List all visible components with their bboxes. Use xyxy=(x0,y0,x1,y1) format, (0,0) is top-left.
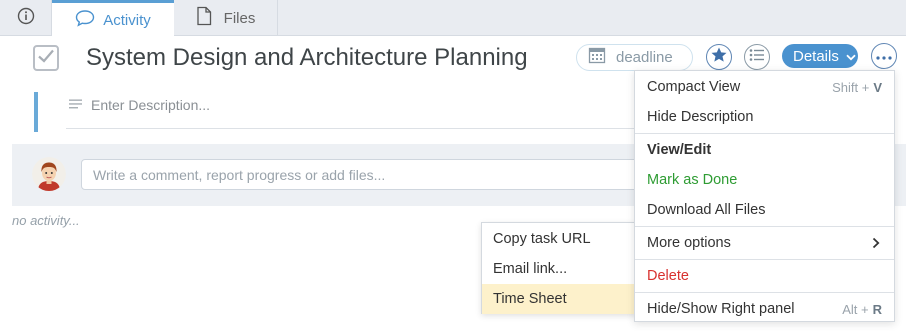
menu-divider xyxy=(635,292,894,293)
menu-item-mark-as-done[interactable]: Mark as Done xyxy=(635,165,894,195)
task-complete-checkbox[interactable] xyxy=(33,45,59,71)
chevron-down-icon xyxy=(846,48,856,65)
details-button[interactable]: Details xyxy=(782,44,858,68)
avatar xyxy=(32,157,66,191)
menu-item-more-options-label: More options xyxy=(647,235,731,251)
description-field[interactable]: Enter Description... xyxy=(66,89,636,129)
menu-divider xyxy=(635,226,894,227)
no-activity-text: no activity... xyxy=(12,213,80,228)
file-icon xyxy=(196,6,212,31)
task-title[interactable]: System Design and Architecture Planning xyxy=(86,44,528,72)
shortcut-compact-view-mod: Shift + xyxy=(832,79,870,95)
info-icon xyxy=(17,7,35,30)
menu-divider xyxy=(635,133,894,134)
star-icon xyxy=(710,46,728,69)
menu-divider xyxy=(635,259,894,260)
tab-activity-label: Activity xyxy=(103,11,151,29)
description-placeholder: Enter Description... xyxy=(91,96,211,113)
menu-item-right-panel-label: Hide/Show Right panel xyxy=(647,301,795,317)
shortcut-compact-view-key: V xyxy=(873,79,882,95)
shortcut-right-panel: Alt + R xyxy=(842,294,882,324)
menu-item-download-all-files[interactable]: Download All Files xyxy=(635,195,894,225)
list-icon xyxy=(749,48,765,67)
tab-files[interactable]: Files xyxy=(174,0,278,36)
tab-activity[interactable]: Activity xyxy=(52,0,174,37)
menu-item-hide-show-right-panel[interactable]: Hide/Show Right panel Alt + R xyxy=(635,294,894,324)
star-button[interactable] xyxy=(706,44,732,70)
checkbox-icon xyxy=(37,48,55,69)
calendar-icon xyxy=(588,46,606,69)
share-menu: Copy task URL Email link... Time Sheet xyxy=(481,222,637,314)
options-menu: Compact View Shift + V Hide Description V… xyxy=(634,70,895,322)
deadline-button[interactable]: deadline xyxy=(576,44,693,71)
deadline-label: deadline xyxy=(616,49,673,66)
menu-item-compact-view[interactable]: Compact View Shift + V xyxy=(635,72,894,102)
chat-bubble-icon xyxy=(75,9,95,32)
more-options-button[interactable] xyxy=(871,43,897,69)
description-lines-icon xyxy=(69,96,82,114)
more-dots-icon xyxy=(876,47,892,65)
menu-item-hide-description[interactable]: Hide Description xyxy=(635,102,894,132)
shortcut-compact-view: Shift + V xyxy=(832,72,882,102)
menu-item-more-options[interactable]: More options xyxy=(635,228,894,258)
comment-input[interactable] xyxy=(81,159,681,190)
menu-item-delete[interactable]: Delete xyxy=(635,261,894,291)
details-label: Details xyxy=(793,47,839,65)
menu-item-time-sheet[interactable]: Time Sheet xyxy=(482,284,636,314)
tab-bar: Activity Files xyxy=(0,0,906,37)
description-accent-bar xyxy=(34,92,38,132)
menu-item-copy-task-url[interactable]: Copy task URL xyxy=(482,224,636,254)
chevron-right-icon xyxy=(871,236,881,250)
shortcut-right-panel-key: R xyxy=(872,301,882,317)
menu-item-email-link[interactable]: Email link... xyxy=(482,254,636,284)
menu-item-view-edit[interactable]: View/Edit xyxy=(635,135,894,165)
menu-item-compact-view-label: Compact View xyxy=(647,79,741,95)
tab-info[interactable] xyxy=(0,0,52,36)
subtasks-button[interactable] xyxy=(744,44,770,70)
tab-files-label: Files xyxy=(223,9,256,27)
shortcut-right-panel-mod: Alt + xyxy=(842,301,869,317)
